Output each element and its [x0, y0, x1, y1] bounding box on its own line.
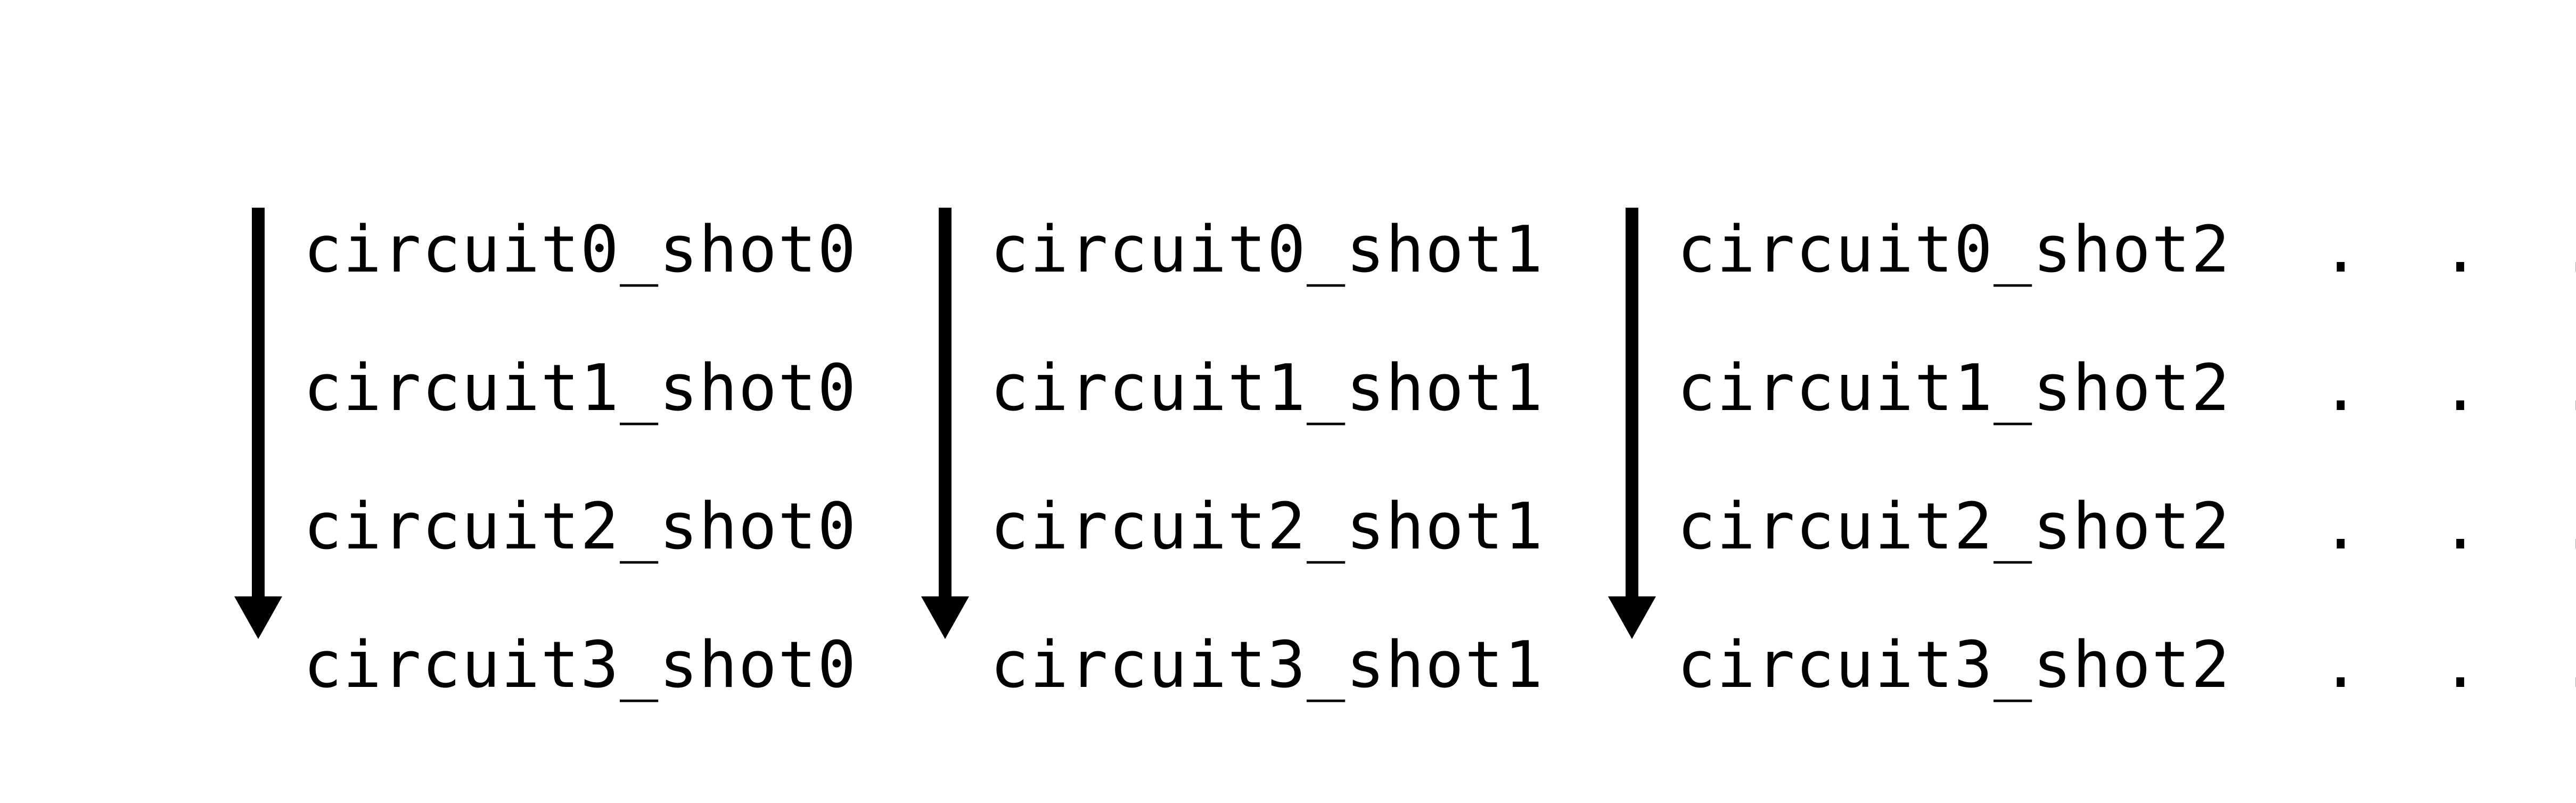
- cell-label: circuit2_shot0: [303, 495, 857, 559]
- diagram-canvas: circuit0_shot0 circuit1_shot0 circuit2_s…: [0, 0, 2576, 803]
- column-labels: circuit0_shot2 circuit1_shot2 circuit2_s…: [1661, 202, 2230, 698]
- cell-label: circuit2_shot1: [990, 495, 1544, 559]
- column-shot0: circuit0_shot0 circuit1_shot0 circuit2_s…: [229, 202, 857, 735]
- cell-label: circuit3_shot1: [990, 634, 1544, 698]
- cell-label: circuit0_shot0: [303, 218, 857, 282]
- cell-label: circuit0_shot1: [990, 218, 1544, 282]
- cell-label: circuit3_shot2: [1677, 634, 2230, 698]
- column-labels: circuit0_shot1 circuit1_shot1 circuit2_s…: [974, 202, 1544, 698]
- cell-label: circuit1_shot1: [990, 357, 1544, 421]
- column-labels: circuit0_shot0 circuit1_shot0 circuit2_s…: [288, 202, 857, 698]
- ellipsis-icon: . . .: [2321, 495, 2576, 559]
- arrow-down-icon: [1603, 202, 1661, 735]
- cell-label: circuit3_shot0: [303, 634, 857, 698]
- column-ellipsis: . . . . . . . . . . . .: [2321, 202, 2576, 698]
- cell-label: circuit1_shot0: [303, 357, 857, 421]
- cell-label: circuit2_shot2: [1677, 495, 2230, 559]
- ellipsis-icon: . . .: [2321, 634, 2576, 698]
- arrow-down-icon: [229, 202, 288, 735]
- arrow-down-icon: [916, 202, 974, 735]
- cell-label: circuit1_shot2: [1677, 357, 2230, 421]
- column-shot1: circuit0_shot1 circuit1_shot1 circuit2_s…: [916, 202, 1544, 735]
- column-shot2: circuit0_shot2 circuit1_shot2 circuit2_s…: [1603, 202, 2230, 735]
- ellipsis-icon: . . .: [2321, 218, 2576, 282]
- ellipsis-icon: . . .: [2321, 357, 2576, 421]
- cell-label: circuit0_shot2: [1677, 218, 2230, 282]
